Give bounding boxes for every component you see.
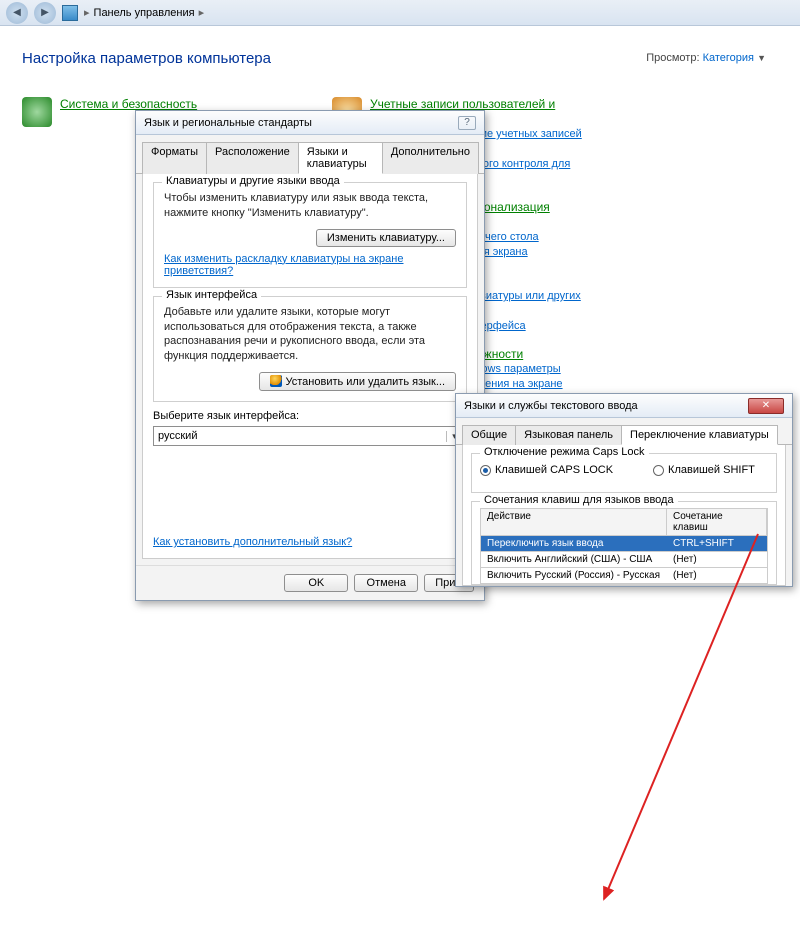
hotkeys-group-title: Сочетания клавиш для языков ввода	[480, 494, 678, 506]
dialog-title-text: Языки и службы текстового ввода	[464, 400, 638, 412]
breadcrumb[interactable]: ▸ Панель управления ▸	[84, 6, 204, 19]
nav-fwd-icon[interactable]: ▶	[34, 2, 56, 24]
ui-language-dropdown[interactable]: русский ▾	[153, 426, 467, 446]
window-titlebar: ◀ ▶ ▸ Панель управления ▸	[0, 0, 800, 26]
ok-button[interactable]: OK	[284, 574, 348, 592]
table-row[interactable]: Включить Русский (Россия) - Русская (Нет…	[480, 568, 768, 584]
chevron-down-icon[interactable]: ▼	[757, 53, 766, 63]
tab-advanced[interactable]: Дополнительно	[382, 142, 479, 174]
hotkey-table-header: Действие Сочетание клавиш	[480, 508, 768, 536]
view-mode: Просмотр: Категория ▼	[646, 52, 766, 64]
dropdown-label: Выберите язык интерфейса:	[153, 410, 467, 422]
dialog-titlebar[interactable]: Языки и службы текстового ввода ✕	[456, 394, 792, 418]
capslock-group-title: Отключение режима Caps Lock	[480, 446, 649, 458]
tab-langbar[interactable]: Языковая панель	[515, 425, 622, 445]
chevron-right-icon: ▸	[84, 6, 90, 19]
col-hotkey: Сочетание клавиш	[667, 509, 767, 535]
group-ui-lang-title: Язык интерфейса	[162, 289, 261, 301]
dialog-title-text: Язык и региональные стандарты	[144, 117, 312, 129]
table-row[interactable]: Включить Английский (США) - США (Нет)	[480, 552, 768, 568]
tab-location[interactable]: Расположение	[206, 142, 299, 174]
chevron-right-icon: ▸	[199, 6, 205, 19]
control-panel-icon	[62, 5, 78, 21]
shield-icon	[270, 375, 282, 387]
cat-system-security[interactable]: Система и безопасность	[60, 97, 197, 111]
table-row[interactable]: Переключить язык ввода CTRL+SHIFT	[480, 536, 768, 552]
close-button[interactable]: ✕	[748, 398, 784, 414]
link-install-extra-lang[interactable]: Как установить дополнительный язык?	[153, 536, 352, 548]
install-language-button[interactable]: Установить или удалить язык...	[259, 372, 457, 391]
group-ui-lang-text: Добавьте или удалите языки, которые могу…	[164, 305, 456, 364]
group-keyboards-text: Чтобы изменить клавиатуру или язык ввода…	[164, 191, 456, 221]
tab-switch[interactable]: Переключение клавиатуры	[621, 425, 778, 445]
dialog-region-language: Язык и региональные стандарты ? Форматы …	[135, 110, 485, 601]
dialog-titlebar[interactable]: Язык и региональные стандарты ?	[136, 111, 484, 135]
radio-capslock[interactable]: Клавишей CAPS LOCK	[480, 464, 613, 476]
view-mode-link[interactable]: Категория	[703, 52, 754, 64]
tab-formats[interactable]: Форматы	[142, 142, 207, 174]
system-security-icon	[22, 97, 52, 127]
link-welcome-keyboard[interactable]: Как изменить раскладку клавиатуры на экр…	[164, 253, 403, 277]
breadcrumb-text[interactable]: Панель управления	[94, 7, 195, 19]
dialog-tabs: Форматы Расположение Языки и клавиатуры …	[136, 135, 484, 174]
radio-icon	[653, 465, 664, 476]
help-button[interactable]: ?	[458, 116, 476, 130]
col-action: Действие	[481, 509, 667, 535]
tab-keyboards[interactable]: Языки и клавиатуры	[298, 142, 383, 174]
dropdown-value: русский	[158, 430, 197, 442]
tab-general[interactable]: Общие	[462, 425, 516, 445]
radio-icon	[480, 465, 491, 476]
change-keyboard-button[interactable]: Изменить клавиатуру...	[316, 229, 456, 247]
radio-shift[interactable]: Клавишей SHIFT	[653, 464, 755, 476]
dialog-tabs: Общие Языковая панель Переключение клави…	[456, 418, 792, 445]
dialog-text-services: Языки и службы текстового ввода ✕ Общие …	[455, 393, 793, 587]
cancel-button[interactable]: Отмена	[354, 574, 418, 592]
nav-back-icon[interactable]: ◀	[6, 2, 28, 24]
group-keyboards-title: Клавиатуры и другие языки ввода	[162, 175, 344, 187]
